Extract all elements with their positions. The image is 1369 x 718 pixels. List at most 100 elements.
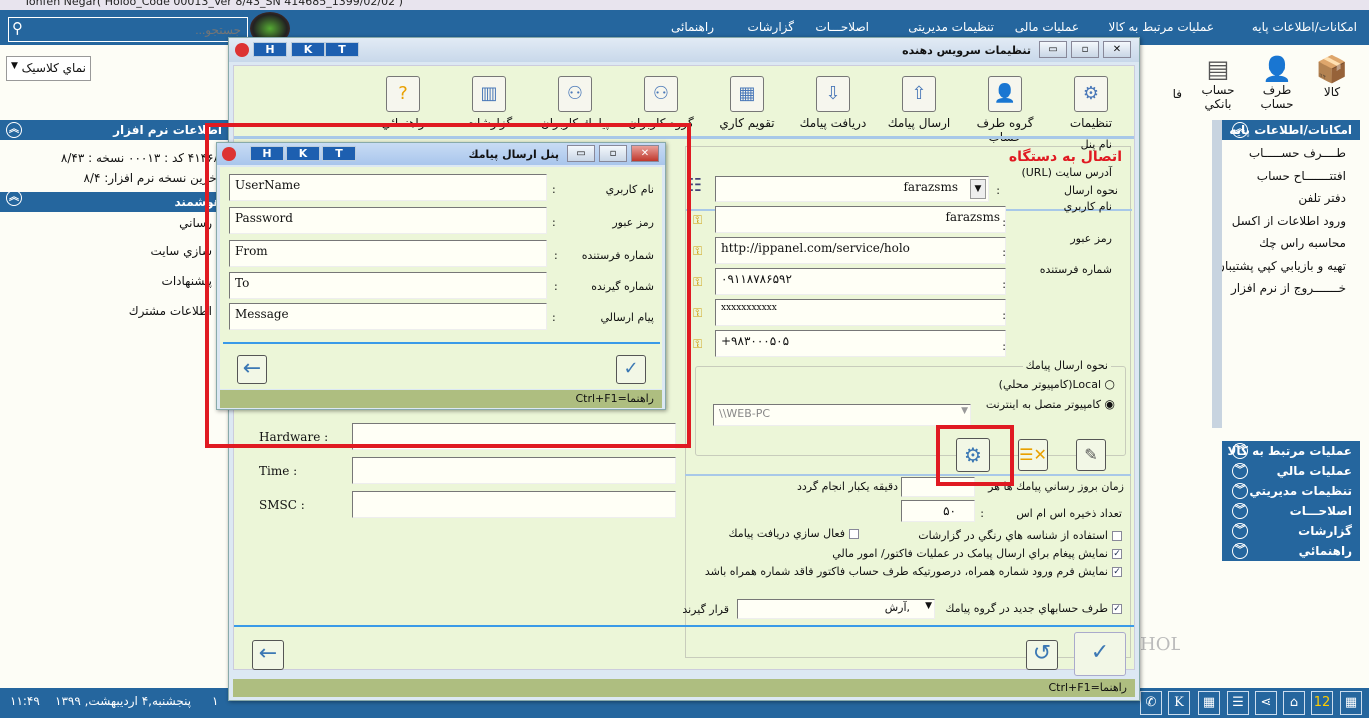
maximize-button[interactable]: ▫ [1071, 41, 1099, 58]
nav-item[interactable]: افتتـــــــاح حساب [1222, 165, 1346, 188]
search-icon[interactable]: ⚲ [12, 19, 23, 37]
expand-icon[interactable]: ︾ [1232, 503, 1248, 519]
menu-goods[interactable]: عملیات مرتبط به کالا [1109, 20, 1214, 34]
section-goods[interactable]: عمليات مرتبط به كالا ︾ [1222, 441, 1360, 461]
send-confirm-button[interactable]: ✓ [616, 355, 646, 384]
collapse-icon[interactable]: ︽ [1232, 122, 1248, 138]
section-management[interactable]: تنظيمات مديريتي ︾ [1222, 481, 1360, 501]
sms-password-field[interactable]: Password [229, 207, 547, 234]
left-link[interactable]: پيشنهادات [162, 274, 212, 288]
menu-corrections[interactable]: اصلاحـــات [815, 20, 869, 34]
confirm-button[interactable]: ✓ [1074, 632, 1126, 676]
k-button[interactable]: K [291, 42, 325, 57]
checkbox-mobile-form[interactable]: ✓ نمايش فرم ورود شماره همراه، درصورتيكه ط… [705, 565, 1122, 578]
smart-header[interactable]: هوشمند ︽ [0, 190, 230, 212]
minimize-button[interactable]: ▭ [1039, 41, 1067, 58]
checkbox-new-accounts[interactable]: ✓ طرف حسابهاي جديد در گروه پيامك [945, 602, 1122, 615]
software-info-header[interactable]: اطلاعات نرم افزار ︽ [0, 120, 230, 140]
section-finance[interactable]: عمليات مالي ︾ [1222, 461, 1360, 481]
sms-username-field[interactable]: UserName [229, 174, 547, 201]
collapse-icon[interactable]: ︽ [6, 190, 22, 206]
nav-item[interactable]: طــــرف حســـــاب [1222, 142, 1346, 165]
menu-management[interactable]: تنظیمات مدیریتی [908, 20, 994, 34]
ribbon-account[interactable]: 👤 طرف حساب [1252, 55, 1302, 111]
phone-icon[interactable]: ✆ [1140, 691, 1162, 715]
close-button[interactable]: ✕ [631, 145, 659, 162]
key-icon[interactable]: ⚿ [693, 306, 702, 321]
theme-select[interactable]: نماي كلاسيک ▼ [6, 56, 91, 81]
ribbon-goods[interactable]: 📦 كالا [1312, 55, 1352, 99]
nav-item[interactable]: ورود اطلاعات از اکسل [1222, 210, 1346, 233]
calculator-icon[interactable]: ▦ [1198, 691, 1220, 715]
h-button[interactable]: H [253, 42, 287, 57]
close-button[interactable]: ✕ [1103, 41, 1131, 58]
password-field[interactable]: xxxxxxxxxxx [715, 299, 1006, 326]
back-button[interactable]: ← [252, 640, 284, 670]
sms-to-field[interactable]: To [229, 272, 547, 299]
splitter[interactable] [1212, 120, 1222, 428]
nav-item[interactable]: خـــــــروج از نرم افزار [1222, 277, 1346, 300]
expand-icon[interactable]: ︾ [1232, 483, 1248, 499]
time-field[interactable] [352, 457, 676, 484]
username-field[interactable]: ۰۹۱۱۸۷۸۶۵۹۲ [715, 268, 1006, 295]
key-icon[interactable]: ⚿ [693, 275, 702, 290]
key-icon[interactable]: ⚿ [693, 213, 702, 228]
calendar-12-icon[interactable]: 12 [1311, 691, 1333, 715]
section-reports[interactable]: گزارشات ︾ [1222, 521, 1360, 541]
chevron-down-icon[interactable]: ▼ [970, 179, 986, 199]
ribbon-bank[interactable]: ▤ حساب بانكي [1188, 55, 1248, 111]
h-button[interactable]: H [250, 146, 284, 161]
section-corrections[interactable]: اصلاحـــات ︾ [1222, 501, 1360, 521]
expand-icon[interactable]: ︾ [1232, 543, 1248, 559]
minimize-button[interactable]: ▭ [567, 145, 595, 162]
nav-item[interactable]: دفتر تلفن [1222, 187, 1346, 210]
toolbar-calendar[interactable]: ▦ تقويم كاري [704, 76, 790, 130]
delete-list-button[interactable]: ☰✕ [1018, 439, 1048, 471]
maximize-button[interactable]: ▫ [599, 145, 627, 162]
settings-gear-button[interactable]: ⚙ [956, 438, 990, 472]
sms-group-select[interactable]: آرش, ▼ [737, 599, 935, 619]
nav-item[interactable]: تهيه و بازيابي كپي پشتيبان [1222, 255, 1346, 278]
radio-internet[interactable]: ◉ كامپيوتر متصل به اينترنت [986, 397, 1115, 411]
search-input[interactable] [8, 17, 248, 42]
toolbar-settings[interactable]: ⚙ تنظيمات [1048, 76, 1134, 130]
send-method-select[interactable]: farazsms ▼ [715, 176, 989, 202]
menu-basic[interactable]: امکانات/اطلاعات پایه [1252, 20, 1357, 34]
menu-reports[interactable]: گزارشات [748, 20, 794, 34]
notepad-icon[interactable]: ☰ [1227, 691, 1249, 715]
add-list-icon[interactable]: ☷ [686, 175, 702, 196]
sender-field[interactable]: +۹۸۳۰۰۰۵۰۵ [715, 330, 1006, 357]
radio-local[interactable]: ○ Local(كامپيوتر محلي) [999, 377, 1115, 391]
mosque-clock-icon[interactable]: ⌂ [1283, 691, 1305, 715]
expand-icon[interactable]: ︾ [1232, 443, 1248, 459]
left-link[interactable]: اطلاعات مشترك [129, 304, 212, 318]
key-icon[interactable]: ⚿ [693, 337, 702, 352]
computer-select[interactable]: \\WEB-PC ▼ [713, 404, 971, 426]
toolbar-user-sms[interactable]: ⚇ پيامك كاربران [532, 76, 618, 130]
nav-item[interactable]: محاسبه راس چك [1222, 232, 1346, 255]
back-button[interactable]: ← [237, 355, 267, 384]
store-stepper[interactable]: ۵۰ [901, 500, 975, 522]
checkbox-invoice-message[interactable]: ✓ نمايش پيغام براي ارسال پيامک در عمليات … [832, 547, 1122, 560]
collapse-icon[interactable]: ︽ [6, 122, 22, 138]
left-link[interactable]: رساني [179, 216, 212, 230]
hardware-field[interactable] [352, 423, 676, 450]
k-button[interactable]: K [286, 146, 320, 161]
toolbar-send-sms[interactable]: ⇧ ارسال پيامك [876, 76, 962, 130]
toolbar-user-group[interactable]: ⚇ گروه كاربران [618, 76, 704, 130]
sms-from-field[interactable]: From [229, 240, 547, 267]
menu-finance[interactable]: عملیات مالی [1015, 20, 1079, 34]
expand-icon[interactable]: ︾ [1232, 523, 1248, 539]
section-help[interactable]: راهنمائي ︾ [1222, 541, 1360, 561]
toolbar-receive-sms[interactable]: ⇩ دريافت پيامك [790, 76, 876, 130]
refresh-stepper[interactable] [901, 477, 975, 497]
calendar-icon[interactable]: ▦ [1340, 691, 1362, 715]
k-icon[interactable]: K [1168, 691, 1190, 715]
checkbox-receive-sms[interactable]: فعال سازي دريافت پيامك [729, 527, 859, 540]
url-field[interactable]: http://ippanel.com/service/holo [715, 237, 1006, 264]
smsc-field[interactable] [352, 491, 676, 518]
t-button[interactable]: T [322, 146, 356, 161]
menu-help[interactable]: راهنمائی [671, 20, 714, 34]
t-button[interactable]: T [325, 42, 359, 57]
expand-icon[interactable]: ︾ [1232, 463, 1248, 479]
